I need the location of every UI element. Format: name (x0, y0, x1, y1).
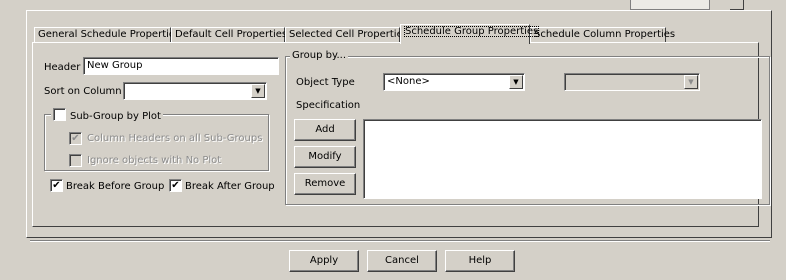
top-button[interactable] (730, 0, 744, 10)
break-before-checkbox[interactable]: ✔ (50, 179, 63, 192)
object-type-label: Object Type (296, 77, 355, 88)
tab-default-cell-properties[interactable]: Default Cell Properties (171, 27, 288, 43)
modify-button[interactable]: Modify (294, 146, 356, 168)
remove-button[interactable]: Remove (294, 173, 356, 195)
chevron-down-icon[interactable]: ▼ (509, 75, 523, 89)
tab-general-schedule-properties[interactable]: General Schedule Properties (34, 27, 180, 43)
top-field (630, 0, 710, 10)
help-button[interactable]: Help (445, 250, 515, 272)
subgroup-title-label: Sub-Group by Plot (70, 111, 161, 122)
sort-column-label: Sort on Column (44, 86, 122, 97)
add-button[interactable]: Add (294, 119, 356, 141)
chevron-down-icon[interactable]: ▼ (251, 84, 265, 98)
break-after-label: Break After Group (185, 181, 275, 192)
header-input[interactable]: New Group (83, 57, 279, 75)
subgroup-groupbox: Sub-Group by Plot ✔ Column Headers on al… (44, 108, 269, 171)
object-type-dropdown[interactable]: <None> ▼ (383, 73, 525, 91)
column-headers-label: Column Headers on all Sub-Groups (87, 133, 263, 144)
tab-schedule-column-properties[interactable]: Schedule Column Properties (530, 27, 675, 43)
tab-label: Schedule Group Properties (404, 26, 540, 37)
header-label: Header (44, 62, 81, 73)
apply-button[interactable]: Apply (289, 250, 359, 272)
tab-selected-cell-properties[interactable]: Selected Cell Properties (285, 27, 408, 43)
cancel-button[interactable]: Cancel (367, 250, 437, 272)
sort-column-dropdown[interactable]: ▼ (123, 82, 267, 100)
footer-separator (30, 240, 770, 242)
subgroup-checkbox[interactable] (53, 108, 66, 121)
chevron-down-icon[interactable]: ▼ (684, 75, 698, 89)
tab-label: Selected Cell Properties (289, 29, 408, 40)
specification-list[interactable] (363, 119, 762, 199)
tab-schedule-group-properties[interactable]: Schedule Group Properties (400, 24, 540, 44)
tab-label: Schedule Column Properties (534, 29, 676, 40)
break-before-label: Break Before Group (66, 181, 165, 192)
break-after-checkbox[interactable]: ✔ (169, 179, 182, 192)
tab-label: General Schedule Properties (38, 29, 181, 40)
group-by-groupbox: Group by... Object Type <None> ▼ ▼ Speci… (285, 50, 770, 205)
tab-label: Default Cell Properties (175, 29, 288, 40)
ignore-no-plot-checkbox[interactable] (69, 154, 82, 167)
header-input-value: New Group (87, 60, 143, 71)
group-by-title: Group by... (290, 50, 348, 62)
tab-page: Header New Group Sort on Column ▼ Sub-Gr… (32, 42, 770, 227)
column-headers-checkbox[interactable]: ✔ (69, 132, 82, 145)
ignore-no-plot-label: Ignore objects with No Plot (87, 155, 222, 166)
object-subtype-dropdown[interactable]: ▼ (564, 73, 700, 91)
subgroup-title: Sub-Group by Plot (51, 108, 163, 123)
specification-label: Specification (296, 100, 361, 111)
object-type-value: <None> (387, 76, 430, 87)
